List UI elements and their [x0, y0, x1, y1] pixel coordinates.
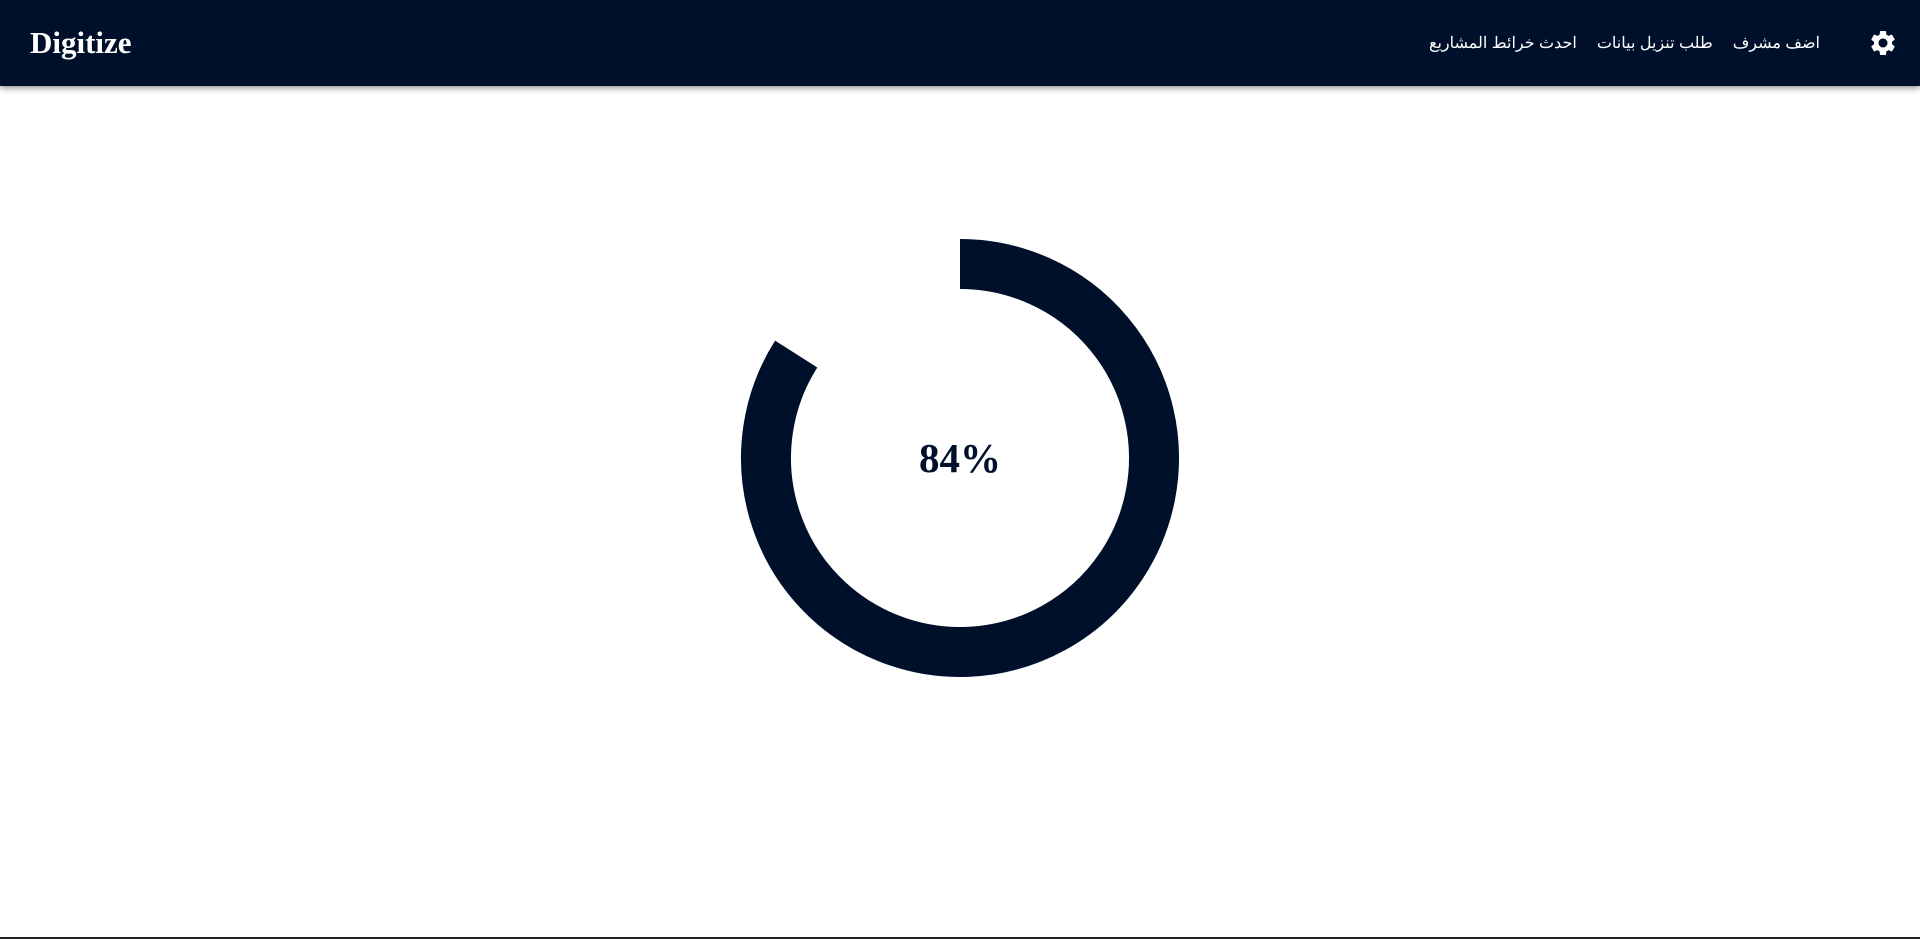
top-navbar: Digitize اضف مشرف طلب تنزيل بيانات احدث … — [0, 0, 1920, 86]
nav-link-add-supervisor[interactable]: اضف مشرف — [1733, 33, 1820, 53]
progress-circle: 84% — [740, 238, 1180, 678]
nav-links: اضف مشرف طلب تنزيل بيانات احدث خرائط الم… — [1429, 0, 1820, 86]
nav-link-data-download-request[interactable]: طلب تنزيل بيانات — [1597, 33, 1713, 53]
gear-icon — [1871, 30, 1895, 55]
nav-link-latest-project-maps[interactable]: احدث خرائط المشاريع — [1429, 33, 1577, 53]
settings-button[interactable] — [1868, 28, 1898, 58]
progress-percentage: 84% — [919, 435, 1001, 481]
brand-logo[interactable]: Digitize — [30, 0, 132, 86]
